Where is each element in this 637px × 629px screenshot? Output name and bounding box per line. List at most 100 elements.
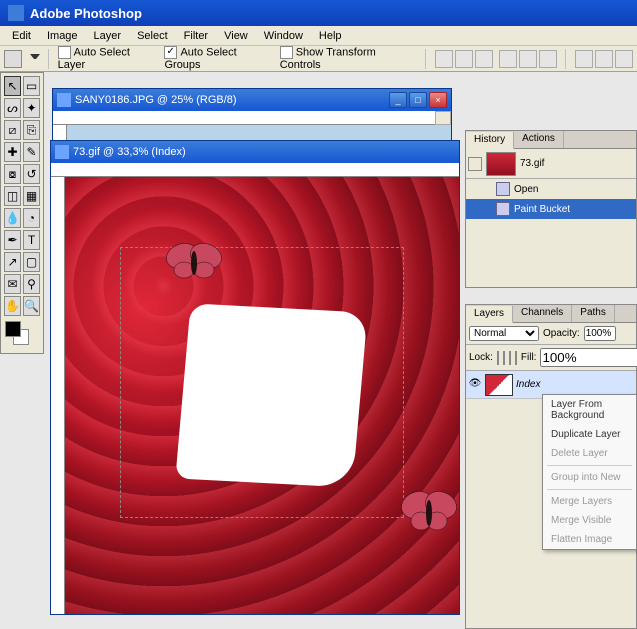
menu-item-group-into-new: Group into New [543,468,636,487]
toolbox: ↖▭ᔕ✦⧄⎘✚✎⧇↺◫▦💧◔✒T↗▢✉⚲✋🔍 [0,72,44,354]
menu-item-flatten-image: Flatten Image [543,530,636,549]
separator [565,49,567,69]
tool-marquee[interactable]: ▭ [23,76,40,96]
tool-heal[interactable]: ✚ [4,142,21,162]
history-step[interactable]: Paint Bucket [466,199,636,219]
tool-stamp[interactable]: ⧇ [4,164,21,184]
maximize-button[interactable]: □ [409,92,427,108]
document-icon [55,145,69,159]
tool-zoom[interactable]: 🔍 [23,296,40,316]
tool-history-brush[interactable]: ↺ [23,164,40,184]
menu-window[interactable]: Window [256,28,311,44]
history-source-name: 73.gif [520,158,544,169]
lock-all-icon[interactable] [515,351,517,365]
layer-name[interactable]: Index [516,379,540,390]
ruler-horizontal [53,111,451,125]
menu-filter[interactable]: Filter [176,28,216,44]
align-top-button[interactable] [435,50,453,68]
distribute-button[interactable] [595,50,613,68]
tool-gradient[interactable]: ▦ [23,186,40,206]
foreground-swatch[interactable] [5,321,21,337]
lock-label: Lock: [469,352,493,363]
align-hcenter-button[interactable] [519,50,537,68]
tool-lasso[interactable]: ᔕ [4,98,21,118]
tool-pen[interactable]: ✒ [4,230,21,250]
opacity-input[interactable] [584,326,616,341]
menu-select[interactable]: Select [129,28,176,44]
tool-wand[interactable]: ✦ [23,98,40,118]
show-transform-option[interactable]: Show Transform Controls [280,46,417,71]
tool-path[interactable]: ↗ [4,252,21,272]
tool-eyedrop[interactable]: ⚲ [23,274,40,294]
menu-view[interactable]: View [216,28,256,44]
history-step-icon [496,182,510,196]
tool-slice[interactable]: ⎘ [23,120,40,140]
document-titlebar[interactable]: SANY0186.JPG @ 25% (RGB/8) _ □ × [53,89,451,111]
layer-thumbnail[interactable] [485,374,513,396]
document-canvas[interactable] [65,177,459,614]
history-step-label: Open [514,184,538,195]
tool-crop[interactable]: ⧄ [4,120,21,140]
image-content [65,177,459,614]
menu-image[interactable]: Image [39,28,86,44]
tool-preset-dropdown[interactable] [30,54,40,64]
blend-mode-select[interactable]: Normal [469,326,539,341]
tool-move[interactable]: ↖ [4,76,21,96]
lock-transparency-icon[interactable] [497,351,499,365]
tool-type[interactable]: T [23,230,40,250]
tool-hand[interactable]: ✋ [4,296,21,316]
lock-row: Lock: Fill: [466,345,636,371]
tool-blur[interactable]: 💧 [4,208,21,228]
history-step-label: Paint Bucket [514,204,570,215]
distribute-button[interactable] [575,50,593,68]
color-swatches[interactable] [3,321,41,351]
tab-history[interactable]: History [466,132,514,149]
tab-layers[interactable]: Layers [466,306,513,323]
separator [48,49,50,69]
panel-tabs: History Actions [466,131,636,149]
menu-item-layer-from-background[interactable]: Layer From Background [543,395,636,425]
menu-help[interactable]: Help [311,28,350,44]
distribute-group [575,50,633,68]
lock-pixels-icon[interactable] [503,351,505,365]
document-icon [57,93,71,107]
history-thumbnail [486,152,516,176]
fill-label: Fill: [521,352,537,363]
auto-select-groups-option[interactable]: Auto Select Groups [164,46,273,71]
close-button[interactable]: × [429,92,447,108]
minimize-button[interactable]: _ [389,92,407,108]
tool-shape[interactable]: ▢ [23,252,40,272]
align-bottom-button[interactable] [475,50,493,68]
auto-select-layer-option[interactable]: Auto Select Layer [58,46,159,71]
history-source[interactable]: 73.gif [466,149,636,179]
ruler-corner [435,111,451,125]
checkbox-icon [164,46,177,59]
tab-paths[interactable]: Paths [572,305,615,322]
document-titlebar[interactable]: 73.gif @ 33,3% (Index) [51,141,459,163]
menu-edit[interactable]: Edit [4,28,39,44]
option-label: Show Transform Controls [280,46,376,71]
tool-eraser[interactable]: ◫ [4,186,21,206]
align-right-button[interactable] [539,50,557,68]
lock-position-icon[interactable] [509,351,511,365]
tool-brush[interactable]: ✎ [23,142,40,162]
tab-channels[interactable]: Channels [513,305,572,322]
menu-item-duplicate-layer[interactable]: Duplicate Layer [543,425,636,444]
align-group-2 [499,50,557,68]
tool-notes[interactable]: ✉ [4,274,21,294]
menu-item-merge-layers: Merge Layers [543,492,636,511]
ruler-vertical [51,177,65,614]
menu-layer[interactable]: Layer [86,28,130,44]
align-vcenter-button[interactable] [455,50,473,68]
tab-actions[interactable]: Actions [514,131,564,148]
distribute-button[interactable] [615,50,633,68]
panel-tabs: Layers Channels Paths [466,305,636,323]
history-step[interactable]: Open [466,179,636,199]
align-left-button[interactable] [499,50,517,68]
fill-input[interactable] [540,348,637,367]
snapshot-icon [468,157,482,171]
document-window-2[interactable]: 73.gif @ 33,3% (Index) [50,140,460,615]
tool-dodge[interactable]: ◔ [23,208,40,228]
visibility-eye-icon[interactable]: 👁 [468,378,482,392]
options-bar: Auto Select Layer Auto Select Groups Sho… [0,46,637,72]
